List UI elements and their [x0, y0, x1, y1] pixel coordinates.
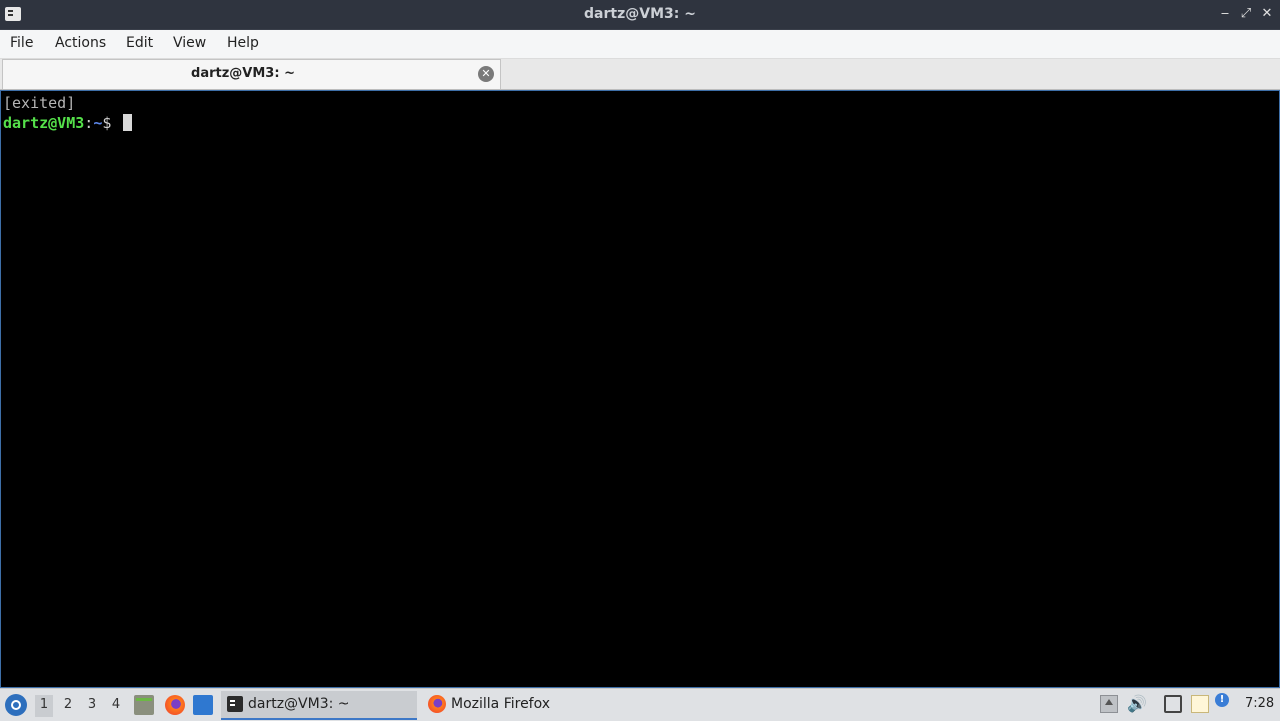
- menu-edit[interactable]: Edit: [126, 35, 153, 51]
- menu-bar: File Actions Edit View Help: [0, 30, 1280, 59]
- start-menu-icon[interactable]: [5, 694, 27, 716]
- menu-file[interactable]: File: [10, 35, 33, 51]
- clock[interactable]: 7:28: [1245, 696, 1274, 711]
- notification-icon[interactable]: !: [1215, 693, 1229, 707]
- volume-icon[interactable]: 🔊: [1127, 695, 1147, 713]
- menu-actions[interactable]: Actions: [55, 35, 106, 51]
- taskbar: 1 2 3 4 dartz@VM3: ~ Mozilla Firefox 🔊 !…: [0, 688, 1280, 721]
- workspace-2[interactable]: 2: [59, 695, 77, 717]
- tab-bar: dartz@VM3: ~ ✕: [0, 59, 1280, 90]
- terminal-output-line: [exited]: [3, 94, 76, 112]
- close-circle-icon[interactable]: ✕: [478, 66, 494, 82]
- eject-icon[interactable]: [1100, 695, 1118, 713]
- prompt-symbol: $: [102, 114, 112, 132]
- tab-terminal[interactable]: dartz@VM3: ~ ✕: [2, 59, 501, 89]
- file-manager-icon[interactable]: [134, 695, 154, 715]
- terminal-cursor: [123, 114, 133, 131]
- firefox-icon: [428, 695, 446, 713]
- minimize-button[interactable]: ‒: [1218, 7, 1232, 21]
- firefox-icon[interactable]: [165, 695, 185, 715]
- task-label: dartz@VM3: ~: [248, 696, 350, 712]
- network-icon[interactable]: [1164, 695, 1182, 713]
- clipboard-icon[interactable]: [1191, 695, 1209, 713]
- terminal-area[interactable]: [exited] dartz@VM3:~$: [0, 90, 1280, 688]
- window-title: dartz@VM3: ~: [584, 6, 696, 22]
- task-firefox[interactable]: Mozilla Firefox: [424, 691, 624, 718]
- show-desktop-icon[interactable]: [193, 695, 213, 715]
- task-terminal[interactable]: dartz@VM3: ~: [221, 691, 417, 720]
- workspace-4[interactable]: 4: [107, 695, 125, 717]
- prompt-path: ~: [93, 114, 103, 132]
- window-titlebar[interactable]: dartz@VM3: ~ ‒ ⤢ ✕: [0, 0, 1280, 30]
- workspace-1[interactable]: 1: [35, 695, 53, 717]
- menu-view[interactable]: View: [173, 35, 206, 51]
- prompt-user-host: dartz@VM3: [3, 114, 85, 132]
- prompt-separator: :: [84, 114, 94, 132]
- terminal-icon: [227, 696, 243, 712]
- maximize-button[interactable]: ⤢: [1239, 7, 1253, 21]
- task-label: Mozilla Firefox: [451, 696, 551, 712]
- tab-label: dartz@VM3: ~: [191, 66, 295, 81]
- close-button[interactable]: ✕: [1260, 7, 1274, 21]
- terminal-prompt-line: dartz@VM3:~$: [3, 114, 133, 132]
- menu-help[interactable]: Help: [227, 35, 259, 51]
- workspace-3[interactable]: 3: [83, 695, 101, 717]
